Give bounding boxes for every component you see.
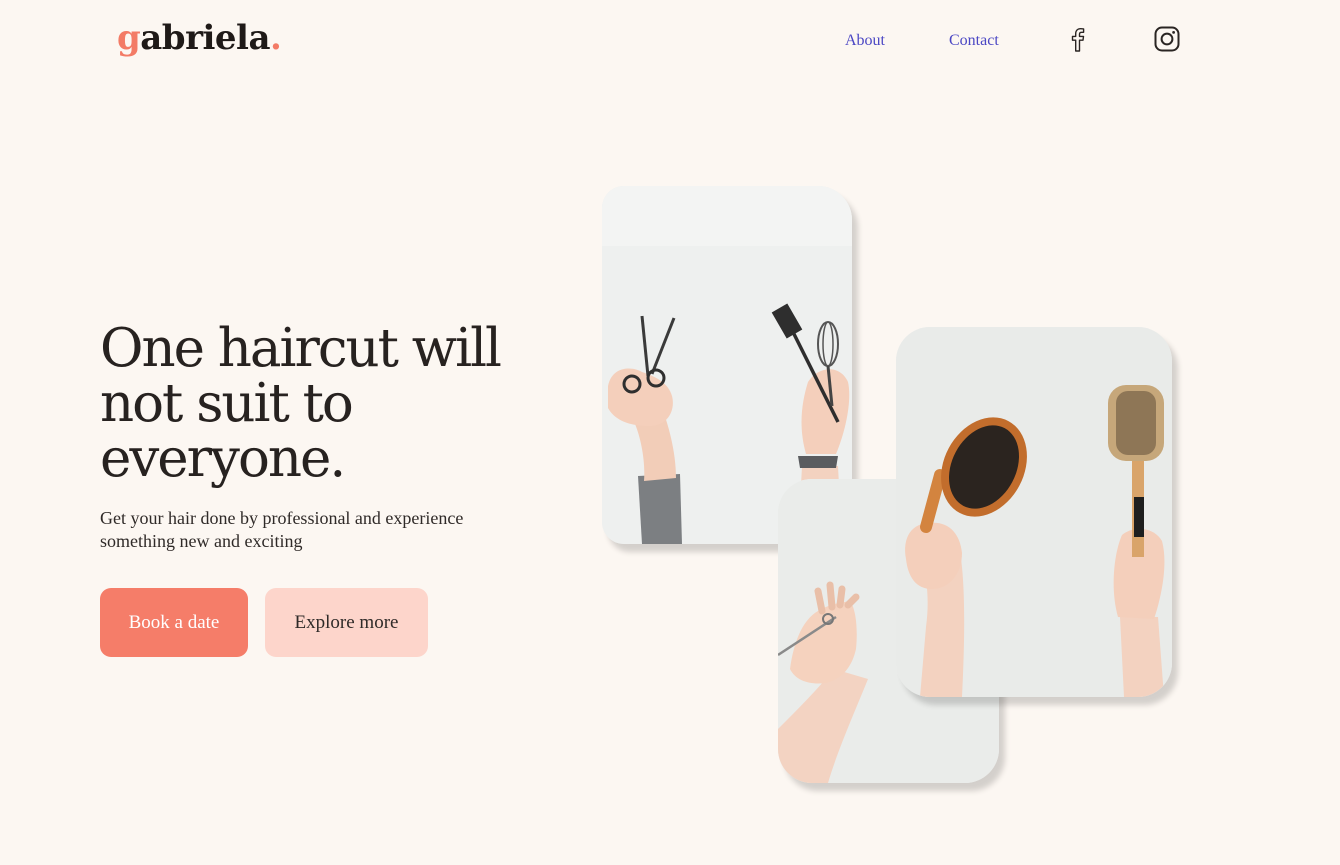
hero-subtext: Get your hair done by professional and e…: [100, 508, 464, 551]
nav-contact-link[interactable]: Contact: [949, 32, 999, 50]
explore-more-button[interactable]: Explore more: [265, 588, 428, 657]
brand-logo[interactable]: gabriela.: [117, 18, 282, 58]
logo-dot: .: [270, 18, 282, 58]
logo-text: abriela: [140, 18, 270, 58]
logo-first-letter: g: [117, 18, 141, 58]
nav-about-link[interactable]: About: [845, 32, 885, 50]
photo-hair-brushes: [896, 327, 1172, 697]
hero-headline: One haircut will not suit to everyone.: [100, 318, 502, 489]
facebook-icon[interactable]: [1063, 25, 1091, 53]
book-a-date-button[interactable]: Book a date: [100, 588, 248, 657]
instagram-icon[interactable]: [1153, 25, 1181, 53]
